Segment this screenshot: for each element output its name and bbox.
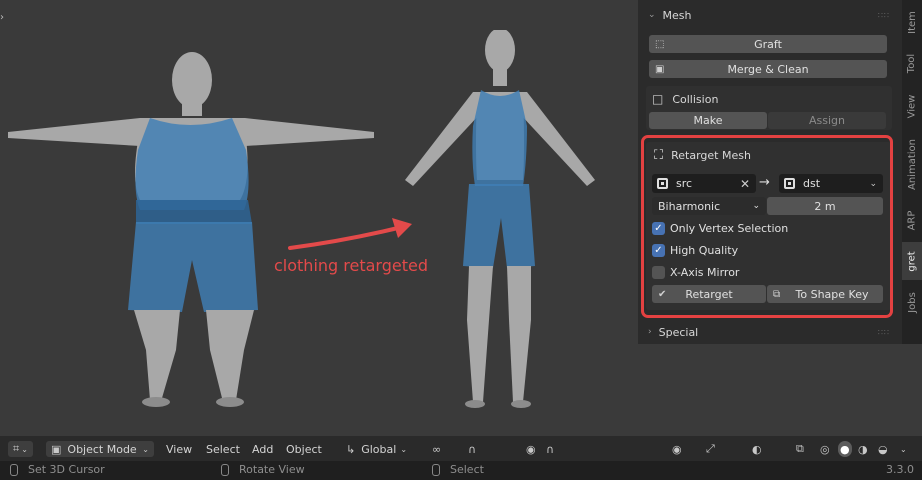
drag-grip-icon[interactable]: ∷∷: [878, 11, 890, 20]
status-right-label: Select: [450, 463, 484, 476]
tab-jobs[interactable]: Jobs: [902, 284, 922, 320]
graft-label: Graft: [754, 37, 782, 51]
falloff-curve-icon: ∩: [546, 442, 555, 456]
shading-wireframe[interactable]: ◎: [820, 441, 830, 457]
menu-object[interactable]: Object: [286, 441, 322, 457]
proportional-icon: ◉: [526, 442, 536, 456]
xray-toggle[interactable]: ⧉: [796, 441, 804, 457]
version-value: 3.3.0: [886, 463, 914, 476]
tab-animation-label: Animation: [906, 138, 918, 190]
falloff-dropdown[interactable]: ∩: [546, 441, 554, 457]
link-icon: ∞: [432, 442, 442, 456]
menu-add[interactable]: Add: [252, 441, 273, 457]
make-button[interactable]: Make: [649, 112, 767, 129]
chevron-down-icon: ⌄: [21, 444, 28, 454]
shading-material[interactable]: ◑: [858, 441, 868, 457]
chevron-down-icon: ⌄: [648, 10, 656, 20]
pivot-button[interactable]: ∞: [432, 441, 441, 457]
tab-arp[interactable]: ARP: [902, 204, 922, 236]
menu-object-label: Object: [286, 442, 322, 456]
assign-button[interactable]: Assign: [768, 112, 886, 129]
collision-title: Collision: [672, 92, 719, 106]
magnet-icon: ∩: [468, 442, 477, 456]
tab-tool[interactable]: Tool: [902, 44, 922, 82]
cube-icon: □: [652, 92, 664, 106]
merge-clean-button[interactable]: ▣ Merge & Clean: [649, 60, 887, 78]
status-left-label: Set 3D Cursor: [28, 463, 105, 476]
shading-rendered[interactable]: ◒: [878, 441, 888, 457]
wireframe-icon: ◎: [820, 442, 830, 456]
xray-icon: ⧉: [796, 442, 804, 455]
overlays-icon: ◐: [752, 442, 762, 456]
shading-options-dropdown[interactable]: ⌄: [900, 441, 907, 457]
mouse-middle-icon: [221, 463, 229, 476]
transform-orientation-icon: ↳: [346, 442, 356, 456]
make-label: Make: [693, 114, 723, 127]
menu-select[interactable]: Select: [206, 441, 240, 457]
tab-view[interactable]: View: [902, 88, 922, 124]
orientation-dropdown[interactable]: ↳ Global ⌄: [346, 441, 407, 457]
editor-type-button[interactable]: ⌗ ⌄: [8, 441, 33, 457]
special-panel-title: Special: [658, 325, 699, 339]
material-shading-icon: ◑: [858, 442, 868, 456]
menu-view-label: View: [166, 442, 193, 456]
expand-arrow-icon[interactable]: ›: [0, 12, 4, 23]
rendered-shading-icon: ◒: [878, 442, 888, 456]
visibility-dropdown[interactable]: ◉: [672, 441, 682, 457]
mesh-panel-title: Mesh: [662, 8, 692, 22]
version-label: 3.3.0: [886, 463, 914, 476]
status-hint-right: Select: [432, 463, 484, 476]
tab-jobs-label: Jobs: [906, 291, 918, 313]
drag-grip-icon[interactable]: ∷∷: [878, 328, 890, 337]
status-hint-middle: Rotate View: [221, 463, 305, 476]
tab-item[interactable]: Item: [902, 4, 922, 40]
solid-shading-icon: ●: [840, 442, 850, 456]
annotation-arrow-icon: [288, 218, 412, 250]
mode-dropdown[interactable]: ▣ Object Mode ⌄: [46, 441, 154, 457]
tab-animation[interactable]: Animation: [902, 130, 922, 198]
annotation-highlight-box: [641, 135, 893, 318]
shading-solid[interactable]: ●: [838, 441, 852, 457]
sidebar-tabs: Item Tool View Animation ARP gret Jobs: [902, 0, 922, 344]
status-hint-left: Set 3D Cursor: [10, 463, 105, 476]
chevron-down-icon: ⌄: [900, 444, 907, 454]
proportional-edit-button[interactable]: ◉: [526, 441, 536, 457]
menu-view[interactable]: View: [166, 441, 192, 457]
tab-gret-label: gret: [906, 250, 918, 272]
tab-arp-label: ARP: [906, 210, 918, 230]
snap-button[interactable]: ∩: [468, 441, 476, 457]
orientation-value: Global: [361, 442, 397, 456]
eye-icon: ◉: [672, 442, 682, 456]
merge-clean-label: Merge & Clean: [727, 62, 809, 76]
overlays-dropdown[interactable]: ◐: [752, 441, 762, 457]
gizmo-icon: ⤢: [706, 442, 715, 455]
merge-icon: ▣: [655, 63, 665, 75]
mode-value: Object Mode: [67, 442, 137, 456]
object-mode-icon: ▣: [51, 442, 62, 456]
tab-gret[interactable]: gret: [902, 242, 922, 280]
chevron-down-icon: ⌄: [142, 444, 149, 454]
mesh-panel-header[interactable]: ⌄ Mesh ∷∷: [638, 2, 902, 28]
graft-icon: ⬚: [655, 38, 665, 50]
annotation-label: clothing retargeted: [274, 256, 428, 275]
chevron-down-icon: ⌄: [400, 444, 408, 454]
status-middle-label: Rotate View: [239, 463, 305, 476]
special-panel-header[interactable]: › Special ∷∷: [638, 319, 902, 345]
assign-label: Assign: [809, 114, 845, 127]
gizmo-dropdown[interactable]: ⤢: [706, 441, 715, 457]
mouse-left-icon: [10, 463, 18, 476]
tab-item-label: Item: [906, 10, 918, 34]
tab-view-label: View: [906, 94, 918, 118]
menu-add-label: Add: [252, 442, 274, 456]
graft-button[interactable]: ⬚ Graft: [649, 35, 887, 53]
collision-header[interactable]: □ Collision: [652, 92, 718, 106]
menu-select-label: Select: [206, 442, 240, 456]
mouse-right-icon: [432, 463, 440, 476]
chevron-right-icon: ›: [648, 327, 652, 337]
tab-tool-label: Tool: [906, 53, 918, 73]
editor-type-icon: ⌗: [13, 442, 20, 455]
